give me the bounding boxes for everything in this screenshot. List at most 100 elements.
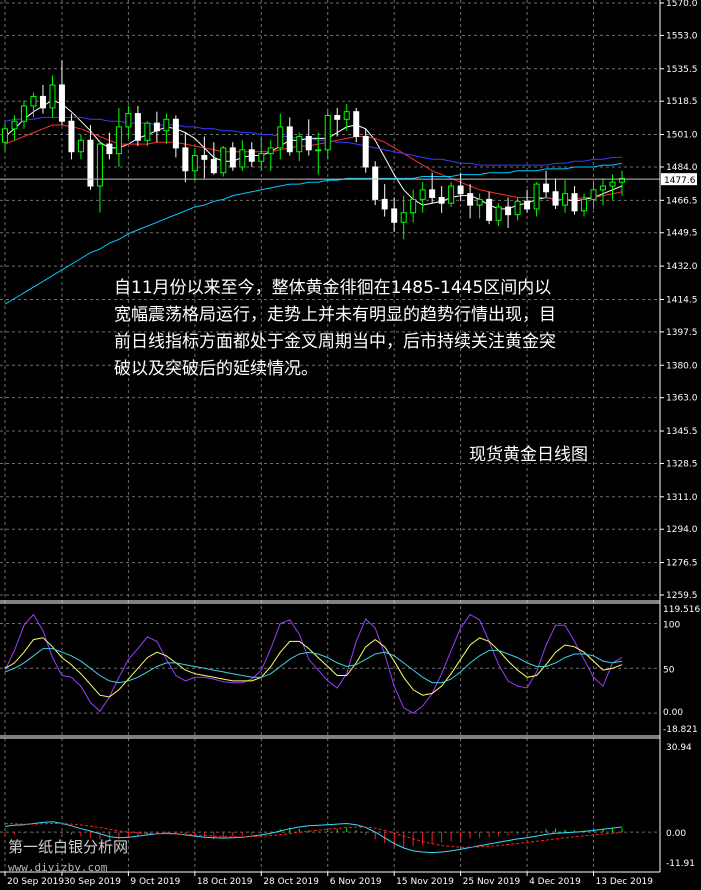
date-tick-label-7: 25 Nov 2019 bbox=[463, 877, 521, 887]
candle-body-43 bbox=[410, 198, 417, 214]
candle-body-54 bbox=[514, 200, 521, 216]
candle-body-48 bbox=[457, 185, 464, 195]
macd-tick-label-1: 0.00 bbox=[666, 829, 686, 839]
candle-body-19 bbox=[182, 147, 189, 172]
date-axis: 20 Sep 2019 30 Sep 2019 9 Oct 2019 18 Oct 2… bbox=[4, 872, 654, 887]
candle-body-42 bbox=[400, 212, 407, 223]
candle-body-56 bbox=[533, 183, 540, 210]
date-tick-label-4: 28 Oct 2019 bbox=[263, 877, 319, 887]
price-tick-label-7: 1449.5 bbox=[666, 229, 698, 239]
candle-body-38 bbox=[362, 135, 369, 168]
candle-body-15 bbox=[144, 122, 151, 141]
kdj-k-line bbox=[4, 637, 623, 698]
candle-body-17 bbox=[163, 118, 170, 132]
candle-body-34 bbox=[324, 114, 331, 151]
date-tick-label-5: 6 Nov 2019 bbox=[330, 877, 382, 887]
price-tick-label-17: 1276.5 bbox=[666, 559, 698, 569]
price-tick-label-10: 1397.5 bbox=[666, 328, 698, 338]
candle-body-3 bbox=[30, 95, 37, 107]
candle-body-59 bbox=[562, 193, 569, 206]
candle-body-7 bbox=[68, 120, 75, 153]
candle-body-4 bbox=[39, 95, 46, 109]
date-tick-label-1: 30 Sep 2019 bbox=[64, 877, 121, 887]
candle-body-41 bbox=[391, 208, 398, 223]
price-tick-label-8: 1432.0 bbox=[666, 262, 698, 272]
candle-body-28 bbox=[267, 147, 274, 155]
candle-body-8 bbox=[77, 139, 84, 153]
candle-body-62 bbox=[590, 189, 597, 200]
candle-body-47 bbox=[448, 185, 455, 204]
kdj-tick-label-1: 100 bbox=[663, 620, 680, 630]
watermark-line-2: www.diyizby.com bbox=[8, 861, 108, 874]
candle-body-10 bbox=[96, 143, 103, 187]
candle-body-44 bbox=[419, 189, 426, 200]
watermark: 第一纸白银分析网 www.diyizby.com bbox=[8, 838, 128, 874]
candle-body-11 bbox=[106, 143, 113, 155]
price-candles bbox=[2, 60, 625, 240]
price-tick-label-4: 1501.0 bbox=[666, 131, 698, 141]
candle-body-29 bbox=[277, 126, 284, 149]
price-tick-label-11: 1380.0 bbox=[666, 361, 698, 371]
price-tick-label-0: 1570.0 bbox=[666, 0, 698, 9]
price-tick-label-14: 1328.5 bbox=[666, 459, 698, 469]
kdj-axis: 119.5166 100 50 0.00 -18.821 bbox=[663, 605, 701, 735]
candle-body-30 bbox=[286, 126, 293, 153]
candle-body-58 bbox=[552, 191, 559, 206]
candle-body-60 bbox=[571, 193, 578, 212]
chart-canvas: 1477.6 1570.0 1553.0 1535.5 1518.5 1501.0 148… bbox=[0, 0, 701, 887]
candle-body-39 bbox=[372, 166, 379, 200]
price-tick-label-6: 1466.5 bbox=[666, 196, 698, 206]
date-tick-label-9: 13 Dec 2019 bbox=[596, 877, 654, 887]
price-axis: 1570.0 1553.0 1535.5 1518.5 1501.0 1484.0 1466… bbox=[660, 0, 698, 601]
candle-body-0 bbox=[2, 128, 8, 143]
date-tick-label-8: 4 Dec 2019 bbox=[529, 877, 581, 887]
candle-body-63 bbox=[600, 185, 607, 191]
price-tick-label-16: 1294.0 bbox=[666, 525, 698, 535]
annotation-line-2: 宽幅震荡格局运行，走势上并未有明显的趋势行情出现，目 bbox=[114, 305, 556, 325]
candle-body-23 bbox=[220, 147, 227, 174]
candle-body-36 bbox=[343, 111, 350, 120]
candle-body-40 bbox=[381, 198, 388, 210]
candle-body-22 bbox=[210, 158, 217, 174]
date-tick-label-3: 18 Oct 2019 bbox=[197, 877, 253, 887]
price-tick-label-1: 1553.0 bbox=[666, 31, 698, 41]
kdj-tick-label-3: 0.00 bbox=[663, 708, 683, 718]
annotation-line-1: 自11月份以来至今，整体黄金徘徊在1485-1445区间内以 bbox=[114, 278, 551, 298]
candle-body-24 bbox=[229, 147, 236, 168]
kdj-tick-label-2: 50 bbox=[663, 665, 675, 675]
current-price-line: 1477.6 bbox=[0, 173, 697, 186]
price-tick-label-12: 1363.0 bbox=[666, 394, 698, 404]
candle-body-53 bbox=[505, 206, 512, 216]
candle-body-27 bbox=[258, 153, 265, 162]
candle-body-20 bbox=[191, 155, 198, 172]
annotation-line-3: 前日线指标方面都处于金叉周期当中，后市持续关注黄金突 bbox=[114, 332, 556, 352]
price-tick-label-9: 1414.5 bbox=[666, 295, 698, 305]
candle-body-57 bbox=[543, 183, 550, 193]
candle-body-14 bbox=[134, 113, 141, 141]
candle-body-25 bbox=[239, 149, 246, 168]
macd-tick-label-2: -11.91 bbox=[666, 859, 695, 869]
candle-body-61 bbox=[581, 198, 588, 212]
candle-body-51 bbox=[486, 198, 493, 221]
candle-body-35 bbox=[334, 114, 341, 120]
price-tick-label-18: 1259.5 bbox=[666, 591, 698, 601]
price-tick-label-15: 1311.0 bbox=[666, 493, 698, 503]
candle-body-31 bbox=[296, 135, 303, 153]
candle-body-37 bbox=[353, 111, 360, 137]
candle-body-64 bbox=[609, 181, 616, 187]
candle-body-2 bbox=[20, 105, 27, 122]
candle-body-21 bbox=[201, 155, 208, 160]
candle-body-18 bbox=[172, 118, 179, 149]
macd-tick-label-0: 30.94 bbox=[666, 743, 692, 753]
candle-body-5 bbox=[49, 84, 56, 109]
candle-body-16 bbox=[153, 122, 160, 132]
current-price-label: 1477.6 bbox=[664, 176, 696, 186]
candle-body-6 bbox=[58, 84, 65, 122]
date-tick-label-2: 9 Oct 2019 bbox=[130, 877, 180, 887]
date-tick-label-6: 15 Nov 2019 bbox=[396, 877, 454, 887]
kdj-tick-label-4: -18.821 bbox=[663, 725, 698, 735]
candle-body-50 bbox=[476, 198, 483, 206]
candle-body-46 bbox=[438, 196, 445, 204]
annotation-block: 自11月份以来至今，整体黄金徘徊在1485-1445区间内以 宽幅震荡格局运行，… bbox=[114, 278, 588, 465]
price-tick-label-2: 1535.5 bbox=[666, 65, 698, 75]
